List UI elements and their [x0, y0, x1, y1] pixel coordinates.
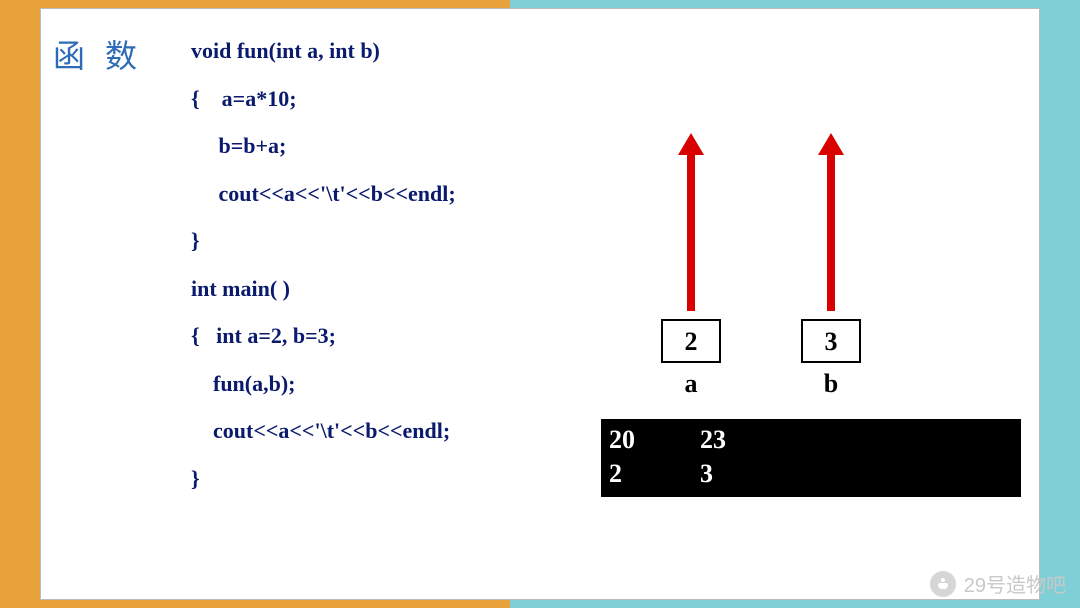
- watermark: 29号造物吧: [930, 569, 1066, 598]
- code-line: cout<<a<<'\t'<<b<<endl;: [191, 417, 456, 445]
- code-line: cout<<a<<'\t'<<b<<endl;: [191, 180, 456, 208]
- slide: 函 数 void fun(int a, int b) { a=a*10; b=b…: [0, 0, 1080, 608]
- code-line: void fun(int a, int b): [191, 37, 456, 65]
- var-label-a: a: [661, 369, 721, 399]
- value-box-b: 3: [801, 319, 861, 363]
- code-block: void fun(int a, int b) { a=a*10; b=b+a; …: [191, 37, 456, 512]
- code-line: }: [191, 227, 456, 255]
- console-line: 2 3: [609, 459, 713, 488]
- watermark-text: 29号造物吧: [964, 569, 1066, 598]
- slide-title: 函 数: [53, 31, 143, 77]
- arrow-up-icon: [687, 151, 695, 311]
- code-line: int main( ): [191, 275, 456, 303]
- console-line: 20 23: [609, 425, 726, 454]
- code-line: { a=a*10;: [191, 85, 456, 113]
- content-card: 函 数 void fun(int a, int b) { a=a*10; b=b…: [40, 8, 1040, 600]
- value-box-a: 2: [661, 319, 721, 363]
- memory-diagram: 2 3 a b 20 23 2 3: [601, 129, 1041, 579]
- code-line: { int a=2, b=3;: [191, 322, 456, 350]
- code-line: fun(a,b);: [191, 370, 456, 398]
- console-output: 20 23 2 3: [601, 419, 1021, 497]
- code-line: b=b+a;: [191, 132, 456, 160]
- wechat-icon: [930, 571, 956, 597]
- var-label-b: b: [801, 369, 861, 399]
- code-line: }: [191, 465, 456, 493]
- arrow-up-icon: [827, 151, 835, 311]
